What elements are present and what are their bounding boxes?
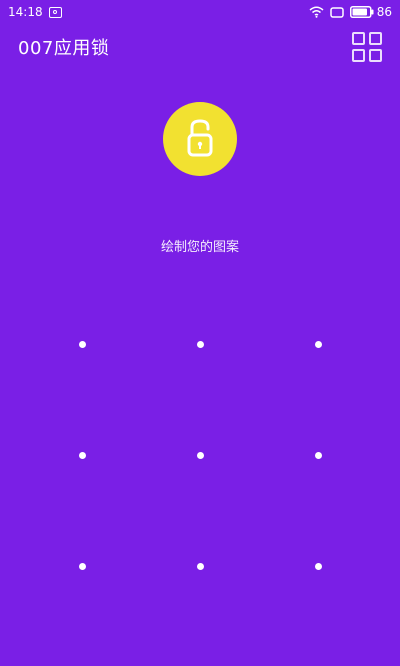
wifi-icon — [309, 6, 324, 18]
pattern-dot-9[interactable] — [314, 562, 322, 570]
grid-cell — [369, 49, 382, 62]
battery-group: 86 — [349, 5, 392, 19]
pattern-dot-5[interactable] — [196, 451, 204, 459]
pattern-grid[interactable] — [0, 0, 400, 666]
grid-cell — [352, 49, 365, 62]
status-right: 86 — [309, 5, 392, 19]
app-lock-badge — [163, 102, 237, 176]
grid-icon[interactable] — [352, 32, 382, 62]
pattern-dot-8[interactable] — [196, 562, 204, 570]
pattern-dot-7[interactable] — [78, 562, 86, 570]
grid-cell — [352, 32, 365, 45]
pattern-dot-3[interactable] — [314, 340, 322, 348]
app-header: 007应用锁 — [0, 24, 400, 70]
pattern-dot-1[interactable] — [78, 340, 86, 348]
pattern-dot-2[interactable] — [196, 340, 204, 348]
draw-pattern-prompt: 绘制您的图案 — [160, 240, 239, 255]
unlock-icon — [187, 119, 213, 157]
battery-level: 86 — [376, 5, 392, 19]
rotate-icon — [329, 6, 344, 18]
battery-icon — [349, 6, 374, 18]
grid-cell — [369, 32, 382, 45]
notification-icon — [48, 6, 62, 18]
pattern-dot-4[interactable] — [78, 451, 86, 459]
pattern-dot-6[interactable] — [314, 451, 322, 459]
status-bar: 14:18 86 — [0, 0, 400, 24]
status-time: 14:18 — [8, 5, 43, 19]
status-left: 14:18 — [8, 5, 62, 19]
app-title: 007应用锁 — [18, 38, 110, 59]
